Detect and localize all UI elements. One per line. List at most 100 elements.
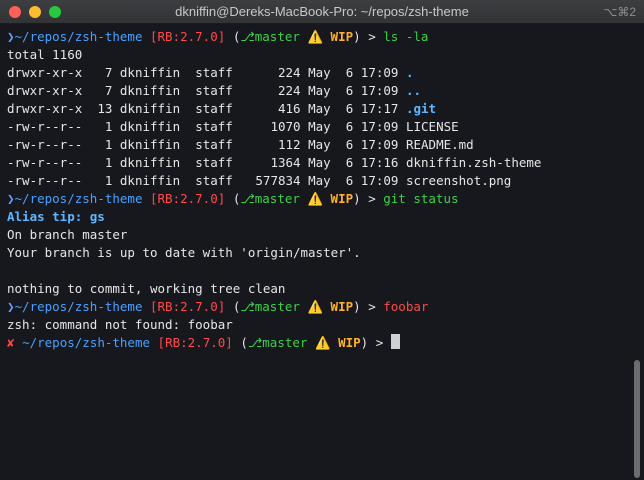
tab-shortcut-label: ⌥⌘2 bbox=[603, 5, 636, 19]
ls-filename: README.md bbox=[405, 137, 474, 152]
ls-filename: screenshot.png bbox=[405, 173, 512, 188]
ls-month: May bbox=[308, 83, 331, 98]
ruby-bracket-close: ] bbox=[217, 299, 226, 314]
ls-permissions: drwxr-xr-x bbox=[7, 65, 83, 80]
ls-filename: dkniffin.zsh-theme bbox=[405, 155, 542, 170]
ls-day: 6 bbox=[345, 83, 354, 98]
ruby-bracket-open: [ bbox=[157, 335, 166, 350]
ls-owner: dkniffin bbox=[119, 65, 181, 80]
ls-day: 6 bbox=[345, 101, 354, 116]
prompt-path: ~/repos/zsh-theme bbox=[14, 29, 143, 44]
prompt-arrow: > bbox=[368, 299, 376, 314]
ls-size: 224 bbox=[277, 83, 301, 98]
prompt-path: ~/repos/zsh-theme bbox=[14, 191, 143, 206]
wip-status: WIP bbox=[330, 299, 354, 314]
wip-status: WIP bbox=[338, 335, 361, 350]
ls-month: May bbox=[308, 119, 331, 134]
command-text: foobar bbox=[383, 299, 429, 314]
git-output-line: Your branch is up to date with 'origin/m… bbox=[7, 244, 644, 262]
warning-icon: ⚠️ bbox=[307, 29, 324, 44]
ls-group: staff bbox=[195, 119, 233, 134]
git-branch-name: master bbox=[262, 335, 308, 350]
ls-links: 7 bbox=[104, 65, 113, 80]
ls-owner: dkniffin bbox=[119, 101, 181, 116]
ls-row: -rw-r--r-- 1 dkniffin staff 1364 May 6 1… bbox=[7, 154, 644, 172]
prompt-arrow: > bbox=[368, 29, 376, 44]
ruby-bracket-open: [ bbox=[150, 299, 158, 314]
error-output: zsh: command not found: foobar bbox=[7, 317, 233, 332]
active-prompt-line: ✘ ~/repos/zsh-theme [RB:2.7.0] (⎇master … bbox=[7, 334, 644, 352]
error-output-line: zsh: command not found: foobar bbox=[7, 316, 644, 334]
git-output-line bbox=[7, 262, 644, 280]
ls-permissions: drwxr-xr-x bbox=[7, 101, 83, 116]
ls-links: 1 bbox=[104, 173, 113, 188]
alias-tip: Alias tip: gs bbox=[7, 209, 105, 224]
prompt-start-icon: ❯ bbox=[7, 299, 15, 314]
ls-row: drwxr-xr-x 13 dkniffin staff 416 May 6 1… bbox=[7, 100, 644, 118]
ls-group: staff bbox=[195, 155, 233, 170]
wip-status: WIP bbox=[330, 191, 354, 206]
ls-owner: dkniffin bbox=[119, 155, 181, 170]
terminal-output[interactable]: ❯~/repos/zsh-theme [RB:2.7.0] (⎇master ⚠… bbox=[0, 24, 644, 480]
ruby-version: RB:2.7.0 bbox=[157, 191, 218, 206]
ls-month: May bbox=[308, 137, 331, 152]
ls-time: 17:17 bbox=[360, 101, 399, 116]
git-paren-close: ) bbox=[353, 191, 361, 206]
ruby-bracket-open: [ bbox=[150, 29, 158, 44]
git-output-line: On branch master bbox=[7, 226, 644, 244]
ruby-bracket-close: ] bbox=[217, 191, 226, 206]
ls-day: 6 bbox=[345, 155, 354, 170]
ls-filename: LICENSE bbox=[405, 119, 459, 134]
window-title: dkniffin@Dereks-MacBook-Pro: ~/repos/zsh… bbox=[175, 4, 469, 19]
git-paren-close: ) bbox=[360, 335, 369, 350]
git-branch-name: master bbox=[254, 191, 300, 206]
git-branch-icon: ⎇ bbox=[240, 29, 255, 44]
ls-owner: dkniffin bbox=[119, 83, 181, 98]
text-cursor[interactable] bbox=[390, 334, 400, 349]
ls-row: drwxr-xr-x 7 dkniffin staff 224 May 6 17… bbox=[7, 82, 644, 100]
wip-status: WIP bbox=[330, 29, 354, 44]
ls-filename: . bbox=[405, 65, 414, 80]
ls-month: May bbox=[308, 101, 331, 116]
ls-row: -rw-r--r-- 1 dkniffin staff 1070 May 6 1… bbox=[7, 118, 644, 136]
ls-total: total 1160 bbox=[7, 47, 83, 62]
ls-group: staff bbox=[195, 137, 233, 152]
ls-group: staff bbox=[195, 101, 233, 116]
ls-permissions: -rw-r--r-- bbox=[7, 119, 83, 134]
ls-time: 17:09 bbox=[360, 173, 399, 188]
git-output-line: nothing to commit, working tree clean bbox=[7, 280, 644, 298]
scrollbar[interactable] bbox=[634, 360, 640, 478]
title-bar: dkniffin@Dereks-MacBook-Pro: ~/repos/zsh… bbox=[0, 0, 644, 24]
ls-day: 6 bbox=[345, 173, 354, 188]
ls-group: staff bbox=[195, 83, 233, 98]
ls-permissions: -rw-r--r-- bbox=[7, 137, 83, 152]
ls-day: 6 bbox=[345, 65, 354, 80]
command-text: ls -la bbox=[383, 29, 429, 44]
ls-month: May bbox=[308, 65, 331, 80]
ls-owner: dkniffin bbox=[119, 137, 181, 152]
ls-time: 17:09 bbox=[360, 83, 399, 98]
ls-time: 17:09 bbox=[360, 119, 399, 134]
ls-row: drwxr-xr-x 7 dkniffin staff 224 May 6 17… bbox=[7, 64, 644, 82]
git-output-text: On branch master bbox=[7, 227, 128, 242]
ruby-bracket-close: ] bbox=[217, 29, 226, 44]
ls-month: May bbox=[308, 173, 331, 188]
ls-day: 6 bbox=[345, 119, 354, 134]
ls-month: May bbox=[308, 155, 331, 170]
ls-total-line: total 1160 bbox=[7, 46, 644, 64]
terminal-window: dkniffin@Dereks-MacBook-Pro: ~/repos/zsh… bbox=[0, 0, 644, 480]
git-branch-icon: ⎇ bbox=[240, 299, 255, 314]
git-paren-open: ( bbox=[240, 335, 248, 350]
warning-icon: ⚠️ bbox=[307, 191, 324, 206]
ls-time: 17:09 bbox=[360, 137, 399, 152]
prompt-path: ~/repos/zsh-theme bbox=[22, 335, 150, 350]
ls-day: 6 bbox=[345, 137, 354, 152]
prompt-line: ❯~/repos/zsh-theme [RB:2.7.0] (⎇master ⚠… bbox=[7, 190, 644, 208]
git-output-text: Your branch is up to date with 'origin/m… bbox=[7, 245, 361, 260]
ls-size: 112 bbox=[277, 137, 301, 152]
ruby-version: RB:2.7.0 bbox=[165, 335, 226, 350]
prompt-line: ❯~/repos/zsh-theme [RB:2.7.0] (⎇master ⚠… bbox=[7, 28, 644, 46]
ls-links: 1 bbox=[104, 137, 113, 152]
git-paren-close: ) bbox=[353, 299, 361, 314]
ls-permissions: -rw-r--r-- bbox=[7, 155, 83, 170]
